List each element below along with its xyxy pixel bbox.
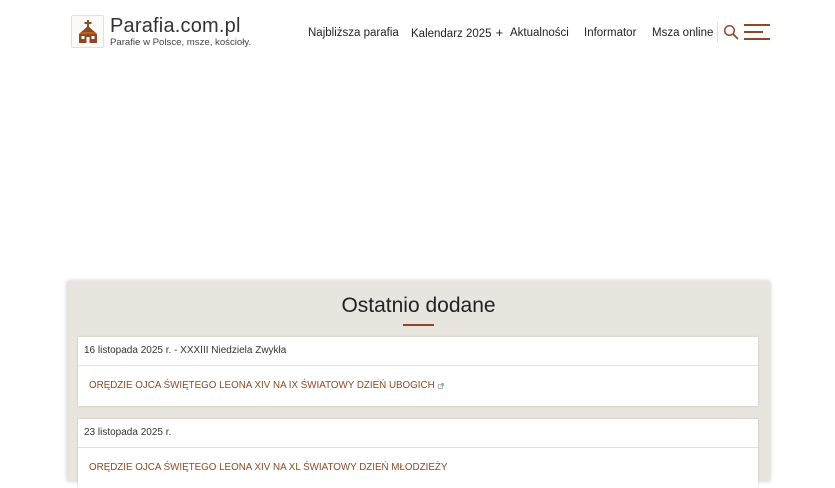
- item-link[interactable]: ORĘDZIE OJCA ŚWIĘTEGO LEONA XIV NA XL ŚW…: [78, 448, 758, 488]
- item-link-text[interactable]: ORĘDZIE OJCA ŚWIĘTEGO LEONA XIV NA XL ŚW…: [89, 462, 447, 473]
- nav-item-informator[interactable]: Informator: [584, 24, 636, 42]
- item-link[interactable]: ORĘDZIE OJCA ŚWIĘTEGO LEONA XIV NA IX ŚW…: [78, 366, 758, 406]
- nav-label: Kalendarz 2025: [411, 28, 492, 40]
- recent-item: 23 listopada 2025 r. ORĘDZIE OJCA ŚWIĘTE…: [78, 419, 758, 488]
- ad-space: [0, 64, 835, 278]
- site-logo[interactable]: Parafia.com.pl Parafie w Polsce, msze, k…: [71, 15, 251, 49]
- nav-item-nearest-parish[interactable]: Najbliższa parafia: [308, 24, 399, 42]
- recent-panel: Ostatnio dodane 16 listopada 2025 r. - X…: [67, 281, 770, 488]
- church-icon: [71, 15, 104, 48]
- hamburger-menu-icon[interactable]: [744, 22, 770, 42]
- nav-label: Najbliższa parafia: [308, 27, 399, 39]
- site-header: Parafia.com.pl Parafie w Polsce, msze, k…: [0, 0, 835, 64]
- nav-divider: [717, 22, 718, 42]
- search-icon[interactable]: [723, 24, 739, 40]
- nav-item-news[interactable]: Aktualności: [510, 24, 569, 42]
- item-date: 16 listopada 2025 r. - XXXIII Niedziela …: [78, 337, 758, 366]
- recent-item: 16 listopada 2025 r. - XXXIII Niedziela …: [78, 337, 758, 406]
- site-tagline: Parafie w Polsce, msze, kościoły.: [110, 37, 252, 48]
- item-link-text[interactable]: ORĘDZIE OJCA ŚWIĘTEGO LEONA XIV NA IX ŚW…: [89, 380, 435, 391]
- expand-plus-icon[interactable]: +: [496, 25, 504, 40]
- nav-label: Msza online: [652, 27, 714, 39]
- external-link-icon: [437, 383, 444, 389]
- site-title[interactable]: Parafia.com.pl: [110, 15, 251, 37]
- recent-heading: Ostatnio dodane: [341, 294, 496, 317]
- item-date: 23 listopada 2025 r.: [78, 419, 758, 448]
- nav-item-mass-online[interactable]: Msza online: [652, 24, 713, 42]
- heading-underline: [403, 324, 434, 326]
- nav-label: Aktualności: [510, 27, 569, 39]
- nav-item-calendar[interactable]: Kalendarz 2025 +: [411, 24, 503, 43]
- nav-label: Informator: [584, 27, 637, 39]
